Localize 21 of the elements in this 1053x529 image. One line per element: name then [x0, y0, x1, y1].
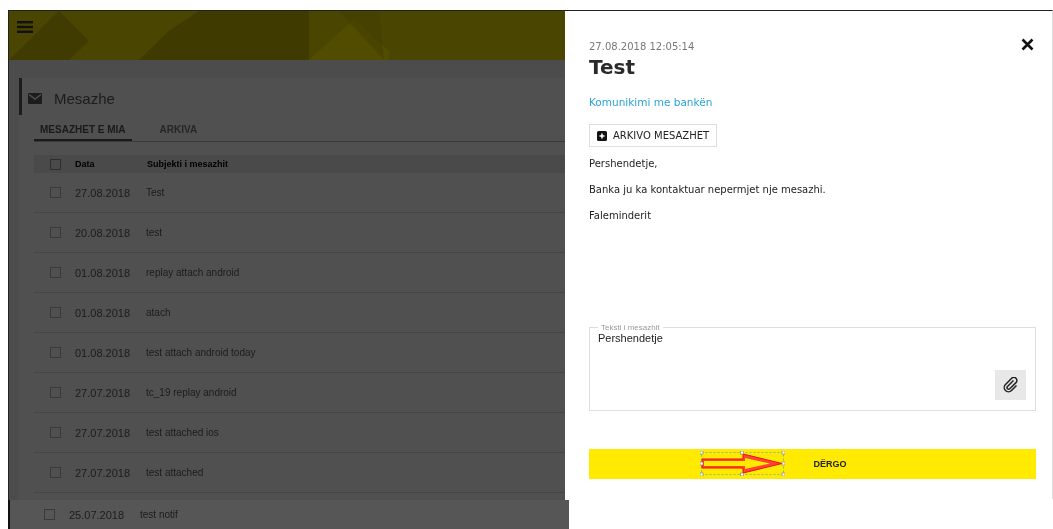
message-text: Faleminderit — [589, 209, 653, 223]
message-text: Banka ju ka kontaktuar nepermjet nje mesazhi. — [589, 183, 827, 197]
paperclip-icon — [1002, 377, 1019, 393]
message-field[interactable]: Teksti i mesazhit Pershendetje — [589, 323, 1036, 411]
message-input[interactable]: Pershendetje — [598, 332, 993, 406]
mail-icon — [28, 92, 42, 104]
attach-button[interactable] — [995, 370, 1026, 400]
column-header: Data — [75, 159, 96, 169]
menu-icon[interactable] — [17, 21, 33, 33]
message-text: Pershendetje, — [589, 157, 659, 171]
date-cell-text: 25.07.2018 — [69, 508, 126, 521]
checkbox[interactable] — [44, 509, 55, 520]
checkbox[interactable] — [50, 158, 61, 170]
send-button[interactable]: DËRGO — [589, 449, 1036, 479]
field-label: Teksti i mesazhit — [600, 323, 661, 332]
archive-button[interactable]: ARKIVO MESAZHET — [589, 124, 718, 147]
message-title: Test — [589, 55, 636, 79]
column-header: Subjekti i mesazhit — [147, 159, 229, 169]
close-icon[interactable] — [1021, 38, 1034, 51]
archive-icon — [597, 130, 607, 141]
message-timestamp: 27.08.2018 12:05:14 — [589, 41, 695, 52]
